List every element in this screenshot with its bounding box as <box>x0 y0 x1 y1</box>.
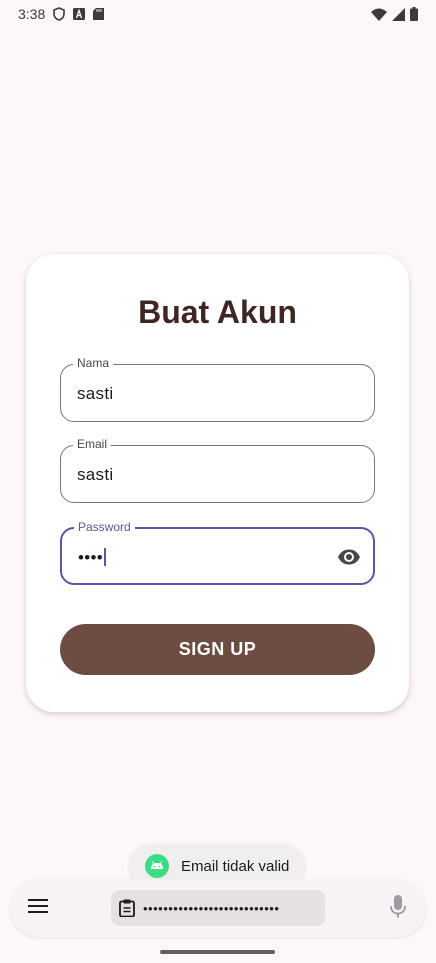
text-cursor <box>104 548 107 566</box>
clipboard-suggestion[interactable]: ••••••••••••••••••••••••••• <box>111 890 325 926</box>
home-indicator[interactable] <box>160 950 275 954</box>
status-time: 3:38 <box>18 6 46 22</box>
password-field-value: •••• <box>78 548 107 568</box>
status-icons-right <box>371 7 418 21</box>
status-bar: 3:38 <box>0 0 436 28</box>
password-masked-value: •••• <box>78 548 104 567</box>
signup-card: Buat Akun Nama sasti Email sasti Passwor… <box>26 254 409 712</box>
menu-icon[interactable] <box>28 898 48 914</box>
sd-card-icon <box>93 8 105 20</box>
android-icon <box>145 854 169 878</box>
battery-icon <box>410 7 418 21</box>
email-field-label: Email <box>73 437 112 451</box>
wifi-icon <box>371 8 387 21</box>
name-field[interactable]: Nama sasti <box>60 356 375 422</box>
name-field-value: sasti <box>77 384 114 403</box>
a-badge-icon <box>73 8 86 20</box>
name-field-label: Nama <box>73 356 114 370</box>
microphone-icon[interactable] <box>390 895 406 919</box>
eye-icon[interactable] <box>337 545 361 569</box>
signal-icon <box>392 7 405 21</box>
shield-icon <box>53 7 66 21</box>
email-field-value: sasti <box>77 465 114 484</box>
email-field[interactable]: Email sasti <box>60 437 375 503</box>
keyboard-suggestion-bar: ••••••••••••••••••••••••••• <box>10 879 426 937</box>
toast-message: Email tidak valid <box>181 857 290 875</box>
sign-up-button[interactable]: SIGN UP <box>60 624 375 675</box>
clipboard-text: ••••••••••••••••••••••••••• <box>143 900 280 916</box>
clipboard-icon <box>119 899 135 917</box>
status-icons-left <box>53 7 105 21</box>
password-field-label: Password <box>74 520 135 534</box>
page-title: Buat Akun <box>138 294 297 330</box>
password-field[interactable]: Password •••• <box>60 520 375 585</box>
